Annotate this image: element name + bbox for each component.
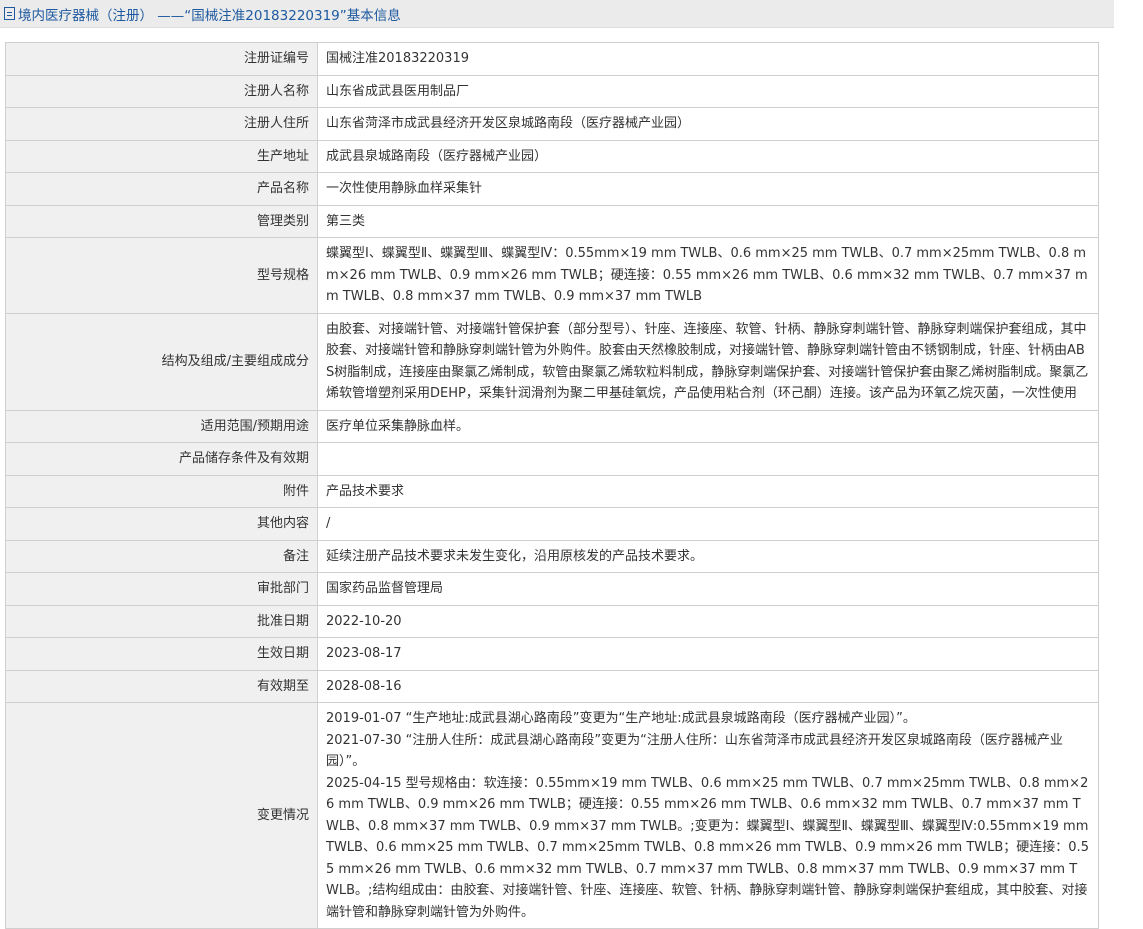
change-entry: 2019-01-07 “生产地址:成武县湖心路南段”变更为“生产地址:成武县泉城… — [326, 711, 916, 726]
change-entry: 2021-07-30 “注册人住所：成武县湖心路南段”变更为“注册人住所：山东省… — [326, 732, 1063, 770]
table-row: 批准日期 2022-10-20 — [5, 604, 1099, 638]
registration-info-table: 注册证编号 国械注准20183220319 注册人名称 山东省成武县医用制品厂 … — [5, 42, 1099, 929]
field-value: 2022-10-20 — [317, 604, 1099, 638]
field-value: 延续注册产品技术要求未发生变化，沿用原核发的产品技术要求。 — [317, 539, 1099, 573]
table-row: 管理类别 第三类 — [5, 204, 1099, 238]
table-row: 注册人住所 山东省菏泽市成武县经济开发区泉城路南段（医疗器械产业园） — [5, 107, 1099, 141]
field-value: 医疗单位采集静脉血样。 — [317, 409, 1099, 443]
field-value: 山东省成武县医用制品厂 — [317, 74, 1099, 108]
table-row: 附件 产品技术要求 — [5, 474, 1099, 508]
field-label: 注册人名称 — [5, 74, 318, 108]
field-label: 其他内容 — [5, 507, 318, 541]
field-label: 管理类别 — [5, 204, 318, 238]
field-label: 备注 — [5, 539, 318, 573]
change-entry: 2025-04-15 型号规格由：软连接：0.55mm×19 mm TWLB、0… — [326, 775, 1089, 920]
info-table-body: 注册证编号 国械注准20183220319 注册人名称 山东省成武县医用制品厂 … — [5, 42, 1099, 929]
field-value: / — [317, 507, 1099, 541]
table-row: 产品储存条件及有效期 — [5, 442, 1099, 476]
field-label: 产品储存条件及有效期 — [5, 442, 318, 476]
table-row: 适用范围/预期用途 医疗单位采集静脉血样。 — [5, 409, 1099, 443]
field-label: 有效期至 — [5, 669, 318, 703]
changes-label: 变更情况 — [5, 702, 318, 929]
table-row: 其他内容 / — [5, 507, 1099, 541]
table-row: 结构及组成/主要组成成分 由胶套、对接端针管、对接端针管保护套（部分型号）、针座… — [5, 312, 1099, 411]
field-label: 审批部门 — [5, 572, 318, 606]
field-value: 第三类 — [317, 204, 1099, 238]
field-value: 蝶翼型Ⅰ、蝶翼型Ⅱ、蝶翼型Ⅲ、蝶翼型Ⅳ：0.55mm×19 mm TWLB、0.… — [317, 237, 1099, 314]
field-value: 成武县泉城路南段（医疗器械产业园） — [317, 139, 1099, 173]
field-value: 国家药品监督管理局 — [317, 572, 1099, 606]
table-row: 生效日期 2023-08-17 — [5, 637, 1099, 671]
table-row: 产品名称 一次性使用静脉血样采集针 — [5, 172, 1099, 206]
scroll-gutter — [1114, 0, 1143, 890]
field-label: 结构及组成/主要组成成分 — [5, 312, 318, 411]
table-row: 生产地址 成武县泉城路南段（医疗器械产业园） — [5, 139, 1099, 173]
field-label: 注册证编号 — [5, 42, 318, 76]
field-value: 由胶套、对接端针管、对接端针管保护套（部分型号）、针座、连接座、软管、针柄、静脉… — [317, 312, 1099, 411]
field-value: 一次性使用静脉血样采集针 — [317, 172, 1099, 206]
field-label: 适用范围/预期用途 — [5, 409, 318, 443]
table-row: 注册人名称 山东省成武县医用制品厂 — [5, 74, 1099, 108]
table-row: 备注 延续注册产品技术要求未发生变化，沿用原核发的产品技术要求。 — [5, 539, 1099, 573]
changes-value: 2019-01-07 “生产地址:成武县湖心路南段”变更为“生产地址:成武县泉城… — [317, 702, 1099, 929]
field-label: 批准日期 — [5, 604, 318, 638]
table-row: 注册证编号 国械注准20183220319 — [5, 42, 1099, 76]
field-value: 国械注准20183220319 — [317, 42, 1099, 76]
field-value: 产品技术要求 — [317, 474, 1099, 508]
field-label: 产品名称 — [5, 172, 318, 206]
field-label: 型号规格 — [5, 237, 318, 314]
field-value — [317, 442, 1099, 476]
field-label: 生产地址 — [5, 139, 318, 173]
document-icon — [4, 7, 15, 20]
table-row: 有效期至 2028-08-16 — [5, 669, 1099, 703]
field-label: 附件 — [5, 474, 318, 508]
table-row: 审批部门 国家药品监督管理局 — [5, 572, 1099, 606]
page-title: 境内医疗器械（注册） ——“国械注准20183220319”基本信息 — [18, 7, 401, 24]
field-label: 注册人住所 — [5, 107, 318, 141]
table-row-changes: 变更情况 2019-01-07 “生产地址:成武县湖心路南段”变更为“生产地址:… — [5, 702, 1099, 929]
table-row: 型号规格 蝶翼型Ⅰ、蝶翼型Ⅱ、蝶翼型Ⅲ、蝶翼型Ⅳ：0.55mm×19 mm TW… — [5, 237, 1099, 314]
field-value: 山东省菏泽市成武县经济开发区泉城路南段（医疗器械产业园） — [317, 107, 1099, 141]
field-label: 生效日期 — [5, 637, 318, 671]
field-value: 2028-08-16 — [317, 669, 1099, 703]
field-value: 2023-08-17 — [317, 637, 1099, 671]
page-title-bar: 境内医疗器械（注册） ——“国械注准20183220319”基本信息 — [0, 0, 1114, 28]
